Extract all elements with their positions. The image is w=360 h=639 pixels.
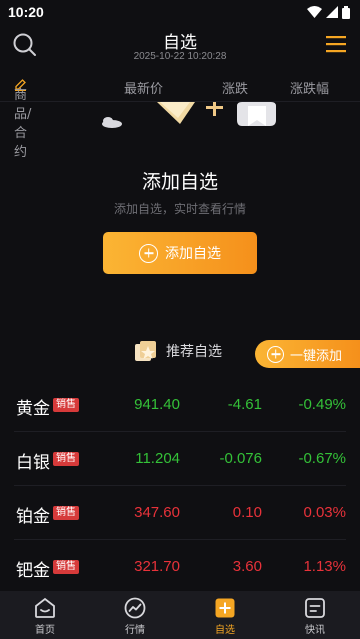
- sale-badge: 销售: [53, 560, 79, 574]
- quote-change: -0.076: [219, 450, 262, 467]
- tab-favorites[interactable]: 自选: [180, 591, 270, 639]
- status-time: 10:20: [8, 4, 44, 20]
- quote-change: 0.10: [232, 504, 262, 521]
- column-price[interactable]: 最新价: [124, 78, 163, 97]
- app-header: 自选 2025-10-22 10:20:28: [0, 24, 360, 68]
- tab-label: 行情: [125, 625, 145, 636]
- sale-badge: 销售: [53, 452, 79, 466]
- quote-name: 钯金: [16, 561, 50, 581]
- trend-icon: [124, 597, 146, 619]
- quote-name: 铂金: [16, 507, 50, 527]
- sale-badge: 销售: [53, 398, 79, 412]
- add-favorite-button[interactable]: 添加自选: [103, 232, 257, 274]
- status-bar: 10:20: [0, 0, 360, 24]
- empty-subtitle: 添加自选，实时查看行情: [113, 202, 246, 216]
- update-time: 2025-10-22 10:20:28: [133, 51, 227, 62]
- wifi-icon: [307, 6, 322, 18]
- plus-icon: [139, 243, 158, 263]
- sale-badge: 销售: [53, 506, 79, 520]
- tab-label: 快讯: [305, 625, 325, 636]
- add-favorite-label: 添加自选: [165, 246, 221, 262]
- quote-price: 941.40: [134, 396, 180, 413]
- quote-price: 321.70: [134, 558, 180, 575]
- tab-home[interactable]: 首页: [0, 591, 90, 639]
- empty-illustration: [102, 102, 276, 128]
- plus-icon: [267, 345, 284, 363]
- quote-row[interactable]: 黄金 销售 941.40 -4.61 -0.49%: [14, 378, 346, 432]
- recommend-label: 推荐自选: [166, 344, 222, 360]
- tab-market[interactable]: 行情: [90, 591, 180, 639]
- quote-price: 347.60: [134, 504, 180, 521]
- column-change[interactable]: 涨跌: [222, 78, 248, 97]
- quote-pct: 1.13%: [303, 558, 346, 575]
- quote-row[interactable]: 白银 销售 11.204 -0.076 -0.67%: [14, 432, 346, 486]
- quote-name: 白银: [16, 453, 50, 473]
- empty-title: 添加自选: [141, 171, 218, 193]
- quote-change: -4.61: [227, 396, 262, 413]
- battery-icon: [342, 5, 350, 19]
- quote-list: 黄金 销售 941.40 -4.61 -0.49% 白银 销售 11.204 -…: [0, 378, 360, 594]
- bottom-tab-bar: 首页 行情 自选 快讯: [0, 591, 360, 639]
- quote-name: 黄金: [16, 399, 50, 419]
- column-header: 商品/合约 最新价 涨跌 涨跌幅: [0, 72, 360, 160]
- home-icon: [35, 597, 55, 618]
- favorites-icon: [215, 598, 235, 618]
- news-icon: [305, 598, 325, 618]
- quote-change: 3.60: [232, 558, 262, 575]
- recommend-header: 推荐自选: [134, 340, 222, 362]
- quote-price: 11.204: [135, 450, 180, 467]
- recommend-icon: [135, 341, 156, 361]
- quote-pct: -0.67%: [298, 450, 346, 467]
- quote-row[interactable]: 钯金 销售 321.70 3.60 1.13%: [14, 540, 346, 594]
- quote-row[interactable]: 铂金 销售 347.60 0.10 0.03%: [14, 486, 346, 540]
- status-icons: [307, 5, 350, 19]
- one-click-add-button[interactable]: 一键添加: [255, 340, 360, 368]
- quote-pct: 0.03%: [303, 504, 346, 521]
- signal-icon: [326, 6, 338, 18]
- page-title: 自选: [163, 33, 197, 53]
- tab-news[interactable]: 快讯: [270, 591, 360, 639]
- column-pct[interactable]: 涨跌幅: [290, 78, 329, 97]
- quote-pct: -0.49%: [298, 396, 346, 413]
- one-click-add-label: 一键添加: [290, 348, 343, 364]
- menu-icon[interactable]: [326, 35, 346, 53]
- tab-label: 首页: [35, 625, 55, 636]
- tab-label: 自选: [215, 625, 235, 636]
- column-product[interactable]: 商品/合约: [14, 78, 31, 160]
